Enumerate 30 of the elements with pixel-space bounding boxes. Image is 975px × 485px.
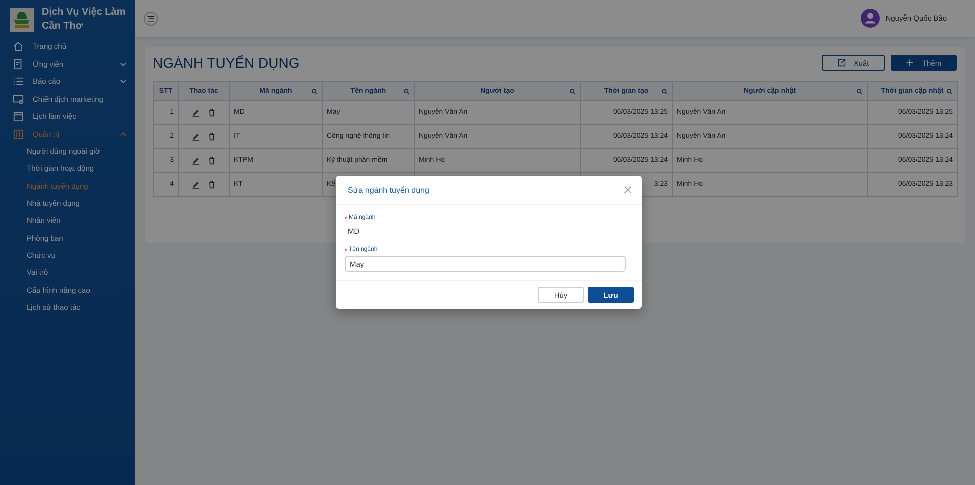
edit-icon[interactable] [192, 108, 200, 116]
sliders-icon [13, 128, 24, 140]
export-icon [838, 59, 846, 67]
search-icon[interactable] [947, 89, 953, 95]
logo-icon [10, 8, 34, 32]
search-icon[interactable] [404, 89, 410, 95]
menu-icon [147, 14, 155, 22]
delete-icon[interactable] [208, 108, 216, 116]
calendar-icon [13, 111, 24, 122]
monitor-icon [13, 94, 24, 105]
dialog-title: Sửa ngành tuyển dụng [348, 186, 430, 194]
delete-icon[interactable] [208, 132, 216, 140]
home-icon [13, 41, 24, 52]
search-icon[interactable] [662, 89, 668, 95]
document-icon [13, 58, 24, 70]
avatar-icon[interactable] [860, 9, 880, 28]
search-icon[interactable] [312, 89, 318, 95]
search-icon[interactable] [857, 89, 863, 95]
delete-icon[interactable] [208, 180, 216, 188]
search-icon[interactable] [570, 89, 576, 95]
edit-icon[interactable] [192, 132, 200, 140]
delete-icon[interactable] [208, 156, 216, 164]
page-title: NGÀNH TUYỂN DỤNG [153, 55, 300, 71]
list-icon [13, 76, 24, 88]
edit-icon[interactable] [192, 156, 200, 164]
plus-icon [906, 59, 914, 67]
edit-icon[interactable] [192, 180, 200, 188]
menu-button[interactable] [144, 12, 158, 26]
brand-title: Dịch Vụ Việc Làm Cần Thơ [42, 6, 127, 34]
close-icon[interactable] [624, 186, 632, 194]
